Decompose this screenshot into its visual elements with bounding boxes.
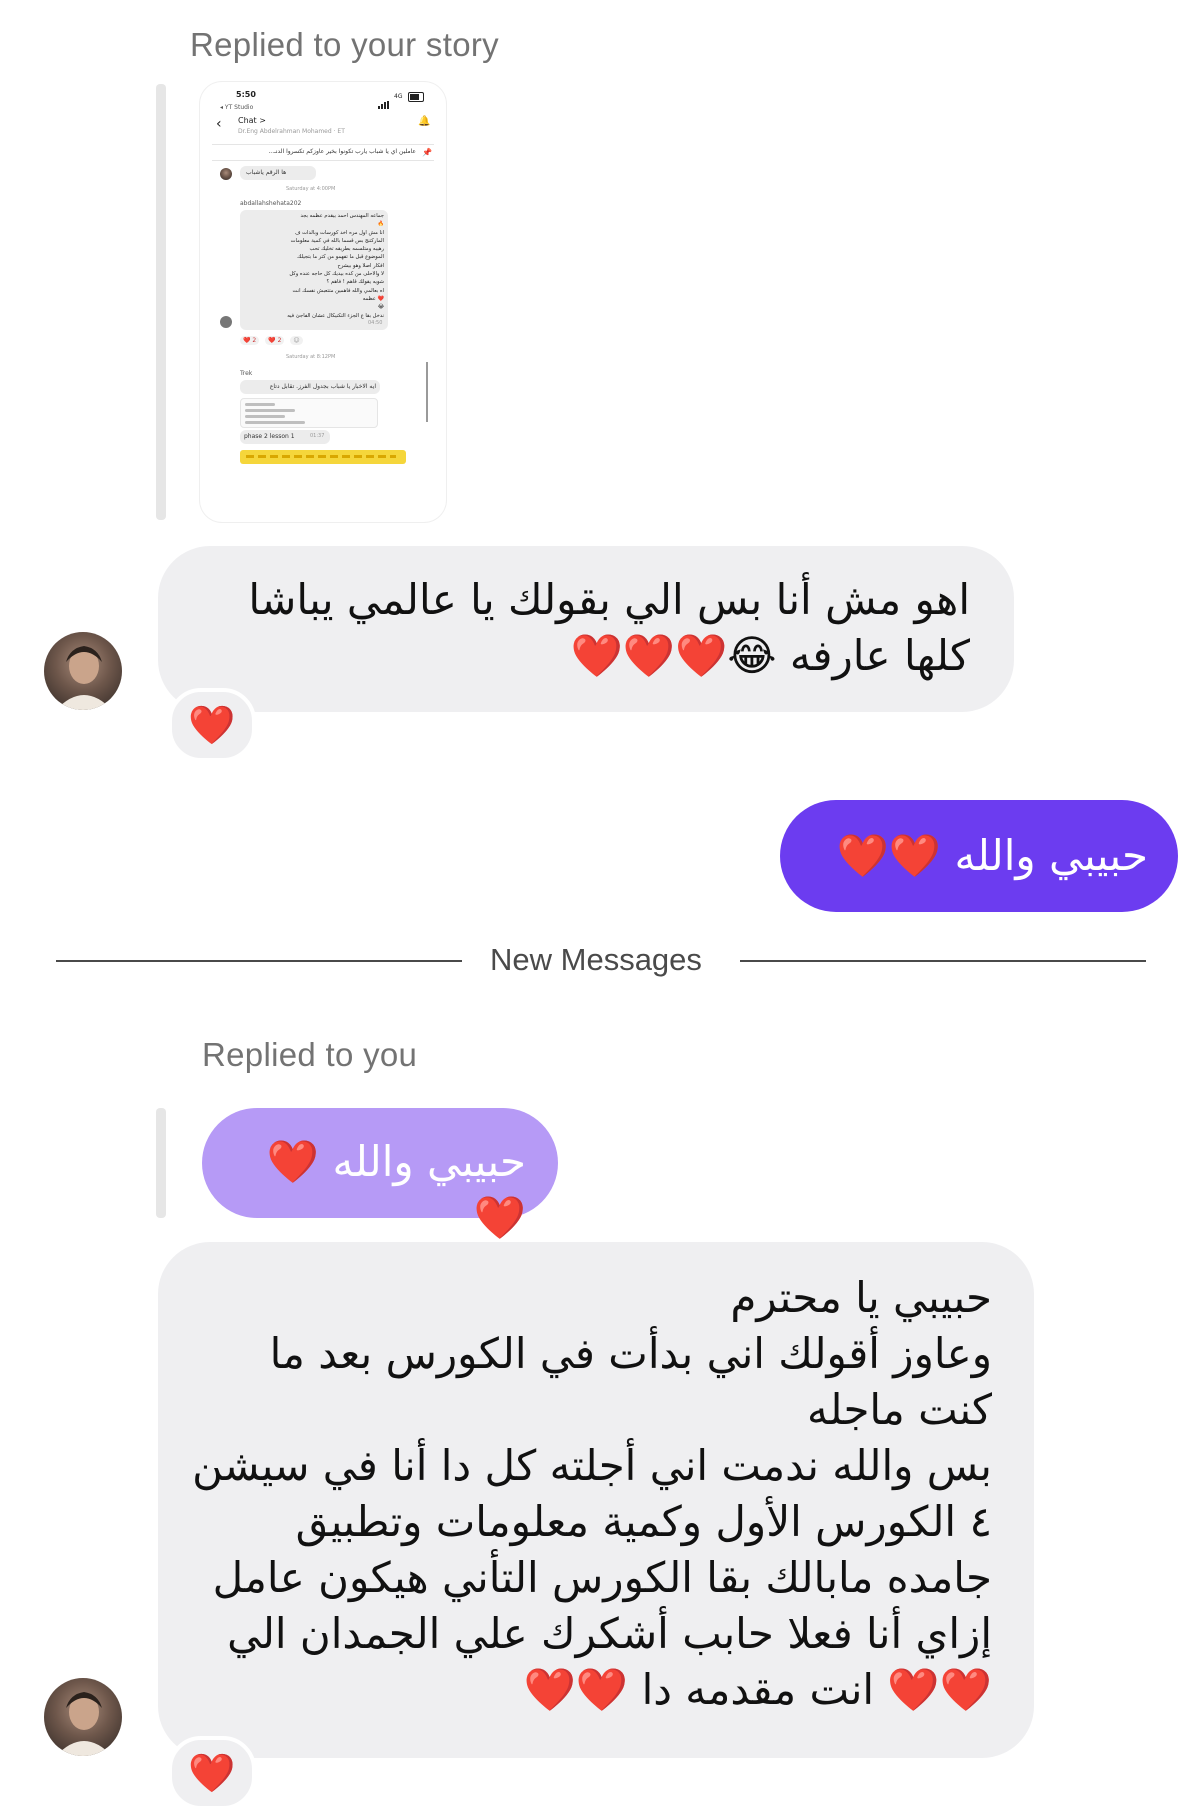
story-pinned-text: عاملين اي يا شباب يارب تكونوا بخير عاوزك… bbox=[268, 148, 416, 155]
bell-icon[interactable]: 🔔 bbox=[418, 116, 430, 127]
story-mini-avatar-2 bbox=[220, 316, 232, 328]
story-header-title: Chat > bbox=[238, 116, 266, 125]
story-yellow-preview bbox=[240, 450, 406, 464]
story-mini-avatar bbox=[220, 168, 232, 180]
reaction-badge[interactable]: ❤️ bbox=[168, 688, 256, 762]
replied-to-story-label: Replied to your story bbox=[190, 26, 499, 63]
sender-avatar-2[interactable] bbox=[44, 1678, 122, 1756]
story-day-label-1: Saturday at 4:00PM bbox=[286, 186, 336, 192]
battery-icon bbox=[408, 92, 424, 102]
story-arabic-chip-text: ايه الاخبار يا شباب بجدول الفرز. تقابل د… bbox=[269, 383, 376, 390]
story-long-message-text: جماعه المهندس احمد بيقدم عظمه بجد 🔥 انا … bbox=[287, 213, 384, 319]
story-lesson-chip-text: phase 2 lesson 1 bbox=[244, 433, 295, 440]
incoming-message-text: اهو مش أنا بس الي بقولك يا عالمي يباشا ك… bbox=[235, 575, 970, 680]
story-reply-chip-text: ها الرقم ياشباب bbox=[246, 169, 287, 176]
story-status-time: 5:50 bbox=[236, 90, 256, 99]
replied-to-you-label: Replied to you bbox=[202, 1036, 418, 1073]
outgoing-message-text: حبيبي والله ❤️❤️ bbox=[836, 831, 1148, 880]
story-thumbnail[interactable]: 5:50 ◂ YT Studio 4G ‹ Chat > Dr.Eng Abde… bbox=[200, 82, 446, 522]
story-doc-preview bbox=[240, 398, 378, 428]
heart-reaction-icon-2: ❤️ bbox=[188, 1751, 236, 1795]
story-long-message-time: 04:50 bbox=[368, 320, 383, 326]
story-lesson-time: 01:37 bbox=[310, 433, 325, 439]
story-header-sub: Dr.Eng Abdelrahman Mohamed · ET bbox=[238, 128, 345, 135]
story-reaction-2: ❤️ 2 bbox=[265, 336, 285, 345]
story-status-sub: ◂ YT Studio bbox=[220, 104, 254, 111]
quoted-message-text: حبيبي والله ❤️❤️ bbox=[266, 1137, 526, 1242]
divider-line-left bbox=[56, 960, 462, 962]
story-sender-name-2: Trek bbox=[240, 370, 253, 377]
reaction-badge-2[interactable]: ❤️ bbox=[168, 1736, 256, 1810]
sender-avatar[interactable] bbox=[44, 632, 122, 710]
signal-icon bbox=[378, 94, 392, 109]
story-reactions: ❤️ 2 ❤️ 2 ☺ bbox=[240, 336, 303, 345]
reply-quote-bar bbox=[156, 1108, 166, 1218]
story-scroll-indicator bbox=[426, 362, 428, 422]
incoming-message-text-2: حبيبي يا محترم وعاوز أقولك اني بدأت في ا… bbox=[192, 1273, 992, 1714]
new-messages-label: New Messages bbox=[490, 942, 702, 977]
story-pinned-divider-2 bbox=[212, 160, 434, 161]
story-reaction-1: ❤️ 2 bbox=[240, 336, 260, 345]
pin-icon: 📌 bbox=[422, 148, 432, 157]
back-chevron-icon[interactable]: ‹ bbox=[216, 116, 222, 132]
story-quote-bar bbox=[156, 84, 166, 520]
heart-reaction-icon: ❤️ bbox=[188, 703, 236, 747]
story-reaction-3: ☺ bbox=[290, 336, 303, 345]
story-network: 4G bbox=[394, 93, 403, 100]
story-pinned-divider bbox=[212, 144, 434, 145]
divider-line-right bbox=[740, 960, 1146, 962]
story-sender-name: abdallahshehata202 bbox=[240, 200, 302, 207]
story-day-label-2: Saturday at 8:12PM bbox=[286, 354, 336, 360]
